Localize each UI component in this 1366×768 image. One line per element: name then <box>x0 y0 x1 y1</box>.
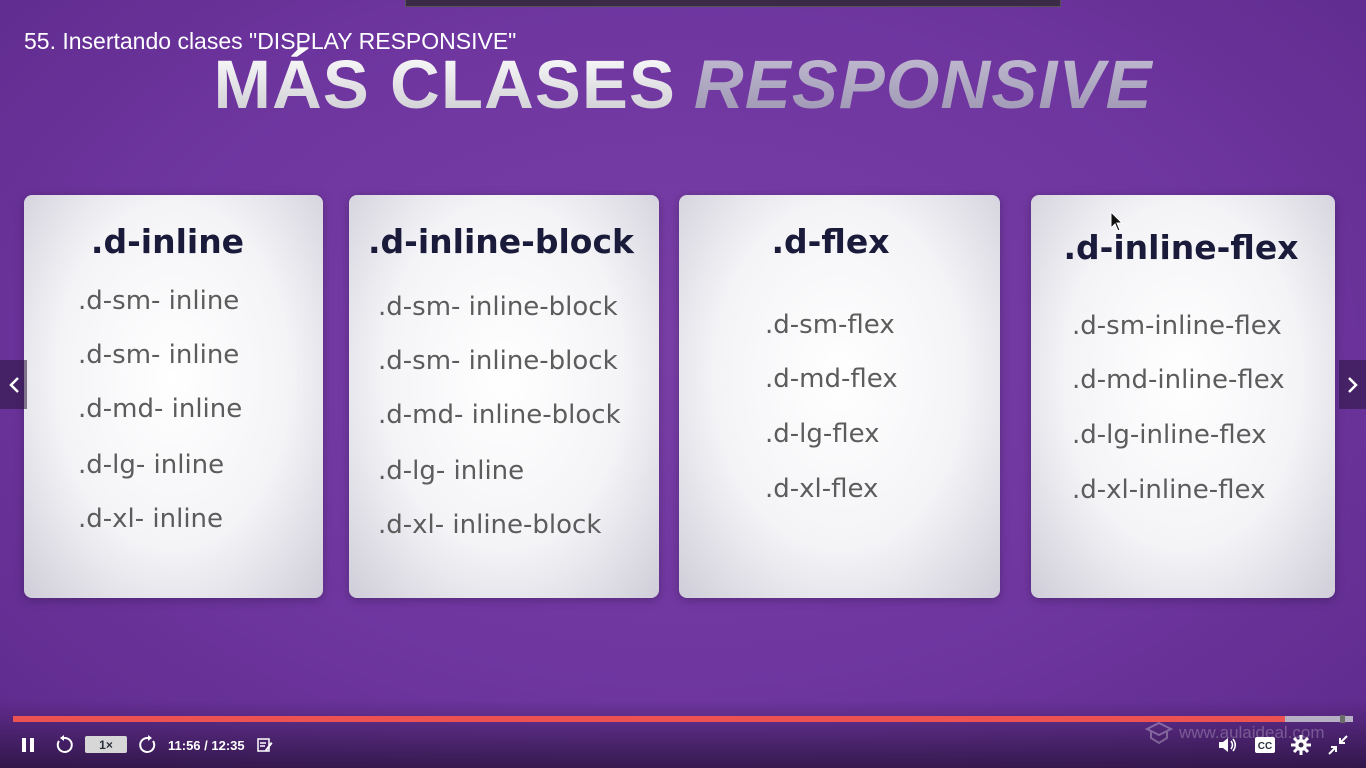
card-item: .d-sm-inline-flex <box>1072 311 1282 341</box>
watermark-logo-icon <box>1145 721 1173 745</box>
card-item: .d-xl-inline-flex <box>1072 475 1266 505</box>
card-item: .d-md-flex <box>765 364 898 394</box>
card-item: .d-xl- inline <box>78 504 224 534</box>
volume-button[interactable] <box>1216 733 1240 757</box>
exit-fullscreen-button[interactable] <box>1327 733 1349 757</box>
card-item: .d-lg-inline-flex <box>1072 420 1267 450</box>
card-item: .d-lg- inline <box>378 456 525 486</box>
card-item: .d-md- inline <box>78 394 243 424</box>
card-title: .d-flex <box>771 222 890 261</box>
card-title: .d-inline-flex <box>1063 228 1299 267</box>
card-title: .d-inline <box>90 222 245 261</box>
next-lecture-button[interactable] <box>1339 360 1366 409</box>
pause-button[interactable] <box>17 733 39 757</box>
volume-icon <box>1219 738 1237 752</box>
chevron-left-icon <box>8 376 19 393</box>
progress-fill <box>13 716 1285 722</box>
time-display: 11:56 / 12:35 <box>168 737 245 753</box>
card-item: .d-md-inline-flex <box>1072 365 1285 395</box>
gear-icon <box>1291 735 1311 755</box>
card-item: .d-lg-flex <box>765 419 880 449</box>
card-d-inline-flex: .d-inline-flex .d-sm-inline-flex .d-md-i… <box>1031 195 1335 598</box>
settings-button[interactable] <box>1290 733 1312 757</box>
card-item: .d-xl- inline-block <box>378 510 602 540</box>
notes-button[interactable] <box>255 733 275 757</box>
exit-fullscreen-icon <box>1328 735 1348 755</box>
slide-heading: MÁS CLASES RESPONSIVE <box>0 45 1366 124</box>
card-item: .d-sm-flex <box>765 310 895 340</box>
card-item: .d-sm- inline-block <box>378 292 618 322</box>
notes-icon <box>257 738 273 752</box>
mouse-cursor-icon <box>1110 211 1124 232</box>
card-item: .d-xl-flex <box>765 474 879 504</box>
card-item: .d-sm- inline-block <box>378 346 618 376</box>
svg-text:CC: CC <box>1258 741 1272 752</box>
captions-icon: CC <box>1255 737 1275 753</box>
card-d-inline: .d-inline .d-sm- inline .d-sm- inline .d… <box>24 195 323 598</box>
card-d-inline-block: .d-inline-block .d-sm- inline-block .d-s… <box>349 195 659 598</box>
forward-button[interactable] <box>136 733 160 757</box>
prev-lecture-button[interactable] <box>0 360 27 409</box>
card-title: .d-inline-block <box>368 222 634 261</box>
card-item: .d-md- inline-block <box>378 400 621 430</box>
captions-button[interactable]: CC <box>1254 733 1276 757</box>
playback-speed-button[interactable]: 1× <box>85 736 127 753</box>
rewind-button[interactable] <box>52 733 76 757</box>
progress-handle[interactable] <box>1340 715 1345 723</box>
card-d-flex: .d-flex .d-sm-flex .d-md-flex .d-lg-flex… <box>679 195 1000 598</box>
top-overlay-bar <box>405 0 1061 7</box>
card-item: .d-lg- inline <box>78 450 225 480</box>
slide-heading-part1: MÁS CLASES <box>213 46 676 123</box>
forward-icon <box>139 735 156 753</box>
rewind-icon <box>56 735 73 753</box>
slide-heading-part2: RESPONSIVE <box>693 46 1153 123</box>
card-item: .d-sm- inline <box>78 286 240 316</box>
card-item: .d-sm- inline <box>78 340 240 370</box>
pause-icon <box>22 738 34 752</box>
chevron-right-icon <box>1347 376 1358 393</box>
